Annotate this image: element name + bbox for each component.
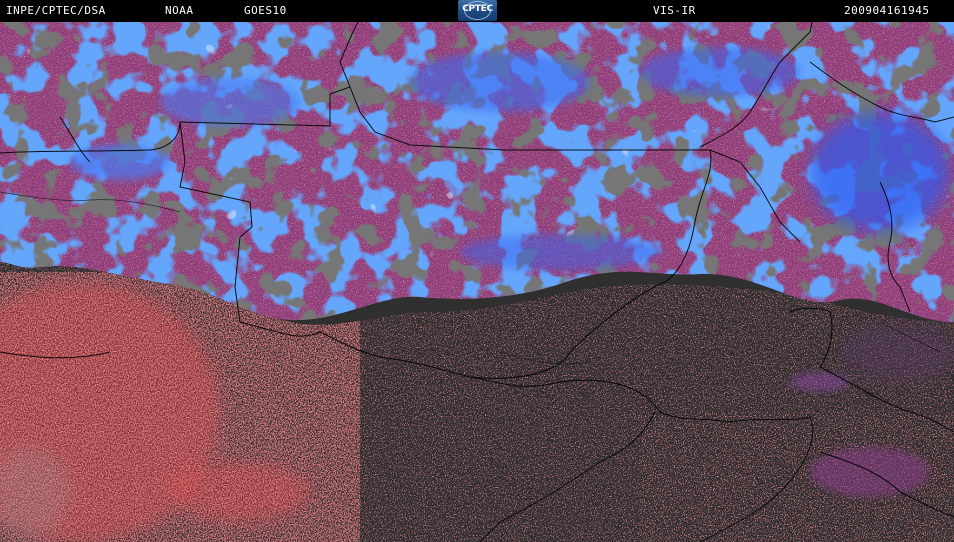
channel-label: VIS-IR: [653, 4, 696, 17]
satellite-imagery: [0, 22, 954, 542]
agency-label: NOAA: [165, 4, 194, 17]
source-label: INPE/CPTEC/DSA: [6, 4, 106, 17]
satellite-image-frame: INPE/CPTEC/DSA NOAA GOES10 VIS-IR 200904…: [0, 0, 954, 542]
cptec-logo: CPTEC: [458, 0, 497, 21]
timestamp-label: 200904161945: [844, 4, 930, 17]
logo-text: CPTEC: [462, 4, 493, 14]
satellite-label: GOES10: [244, 4, 287, 17]
